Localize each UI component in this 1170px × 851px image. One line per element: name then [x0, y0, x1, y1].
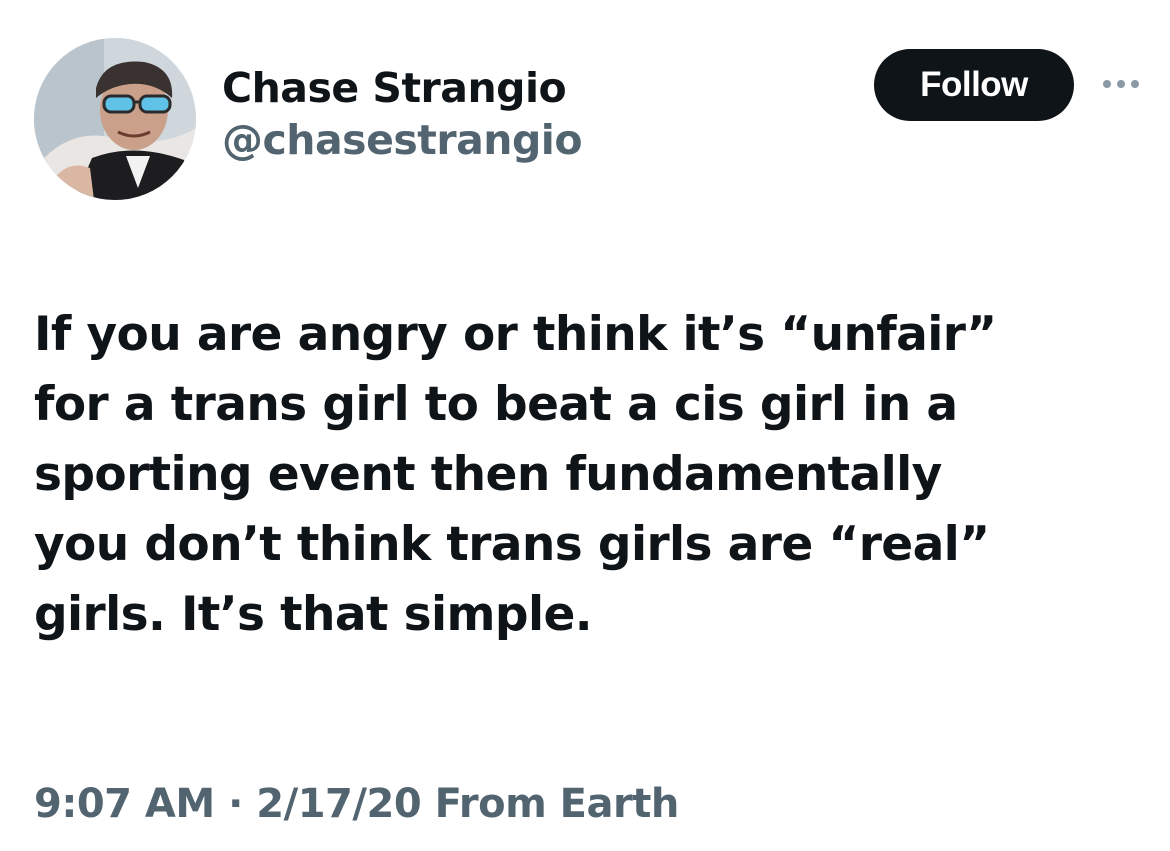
tweet-date[interactable]: 2/17/20	[256, 781, 421, 827]
tweet-source: From Earth	[434, 781, 680, 827]
author-info: Chase Strangio @chasestrangio	[222, 62, 583, 166]
tweet-text: If you are angry or think it’s “unfair” …	[34, 307, 997, 642]
author-handle[interactable]: @chasestrangio	[222, 114, 583, 166]
tweet-metadata: 9:07 AM · 2/17/20 From Earth	[34, 776, 679, 832]
avatar-photo	[34, 38, 196, 200]
avatar[interactable]	[34, 38, 196, 200]
tweet-time[interactable]: 9:07 AM	[34, 781, 215, 827]
more-horizontal-icon[interactable]	[1098, 72, 1144, 96]
author-display-name[interactable]: Chase Strangio	[222, 62, 582, 114]
tweet-card: Chase Strangio @chasestrangio Follow If …	[0, 0, 1170, 851]
meta-separator: ·	[228, 781, 243, 827]
follow-button[interactable]: Follow	[874, 49, 1074, 121]
